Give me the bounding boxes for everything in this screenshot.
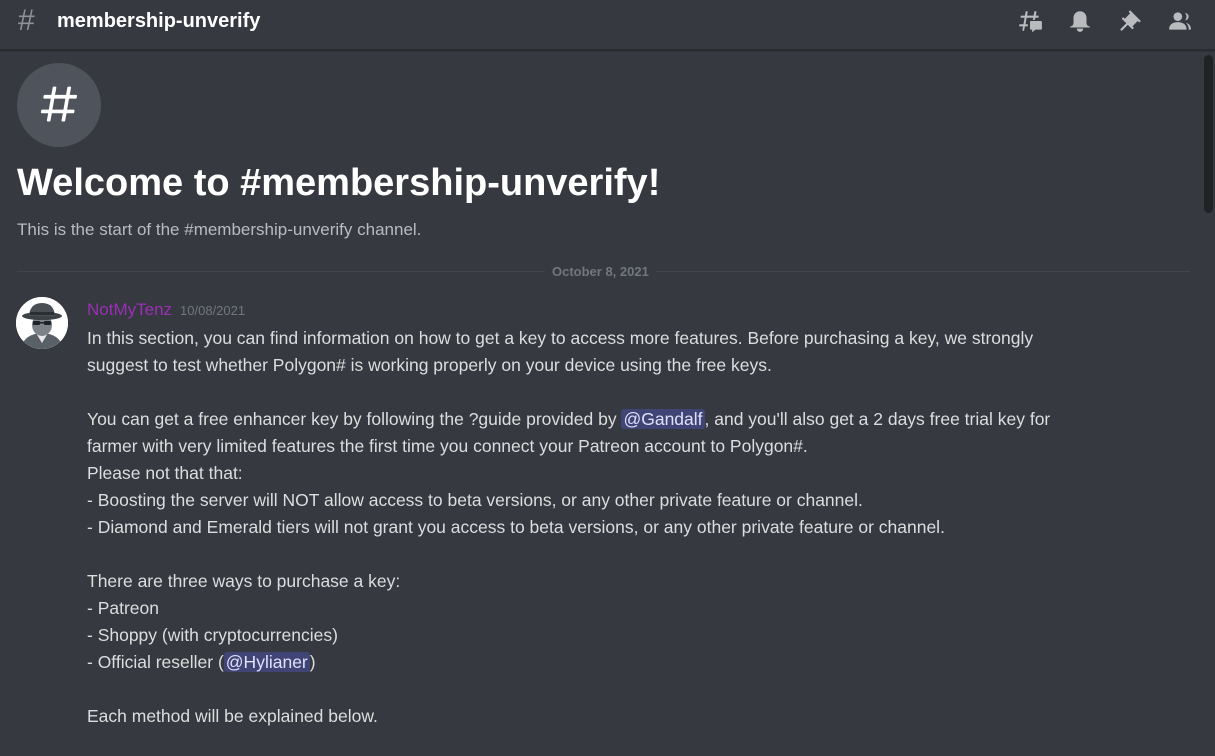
- message-line: - Diamond and Emerald tiers will not gra…: [87, 517, 945, 537]
- message-line: - Boosting the server will NOT allow acc…: [87, 490, 863, 510]
- avatar[interactable]: [16, 297, 68, 349]
- date-divider-label: October 8, 2021: [545, 263, 656, 281]
- message-line: - Patreon: [87, 598, 159, 618]
- message-line: Each method will be explained below.: [87, 706, 378, 726]
- channel-name: membership-unverify: [57, 10, 261, 32]
- message-timestamp: 10/08/2021: [180, 303, 246, 318]
- message-author[interactable]: NotMyTenz: [87, 300, 172, 319]
- message-line: - Shoppy (with cryptocurrencies): [87, 625, 338, 645]
- message-line: suggest to test whether Polygon# is work…: [87, 355, 772, 375]
- welcome-title: Welcome to #membership-unverify!: [17, 162, 661, 204]
- message-line: - Official reseller (@Hylianer): [87, 649, 1167, 676]
- member-list-icon[interactable]: [1155, 7, 1205, 35]
- message-text: , and you'll also get a 2 days free tria…: [704, 409, 1051, 429]
- message-text: ): [309, 652, 316, 672]
- pin-icon[interactable]: [1105, 7, 1155, 35]
- header-toolbar: [1005, 7, 1205, 35]
- message-line: You can get a free enhancer key by follo…: [87, 406, 1167, 433]
- threads-icon[interactable]: [1005, 7, 1055, 35]
- user-mention-gandalf[interactable]: @Gandalf: [621, 409, 705, 429]
- channel-hash-icon: #: [18, 4, 35, 37]
- message-text: You can get a free enhancer key by follo…: [87, 409, 622, 429]
- scrollbar-thumb[interactable]: [1204, 55, 1213, 213]
- channel-hash-icon-large: [17, 63, 101, 147]
- message-line: Please not that that:: [87, 463, 243, 483]
- notification-bell-icon[interactable]: [1055, 7, 1105, 35]
- message-line: There are three ways to purchase a key:: [87, 571, 401, 591]
- message-header: NotMyTenz 10/08/2021: [87, 299, 245, 322]
- message-line: farmer with very limited features the fi…: [87, 436, 808, 456]
- message-text: - Official reseller (: [87, 652, 224, 672]
- message-content: In this section, you can find informatio…: [87, 325, 1167, 730]
- channel-header: # membership-unverify: [0, 0, 1215, 50]
- message-line: In this section, you can find informatio…: [87, 328, 1034, 348]
- user-mention-hylianer[interactable]: @Hylianer: [223, 652, 310, 672]
- welcome-subtitle: This is the start of the #membership-unv…: [17, 220, 422, 239]
